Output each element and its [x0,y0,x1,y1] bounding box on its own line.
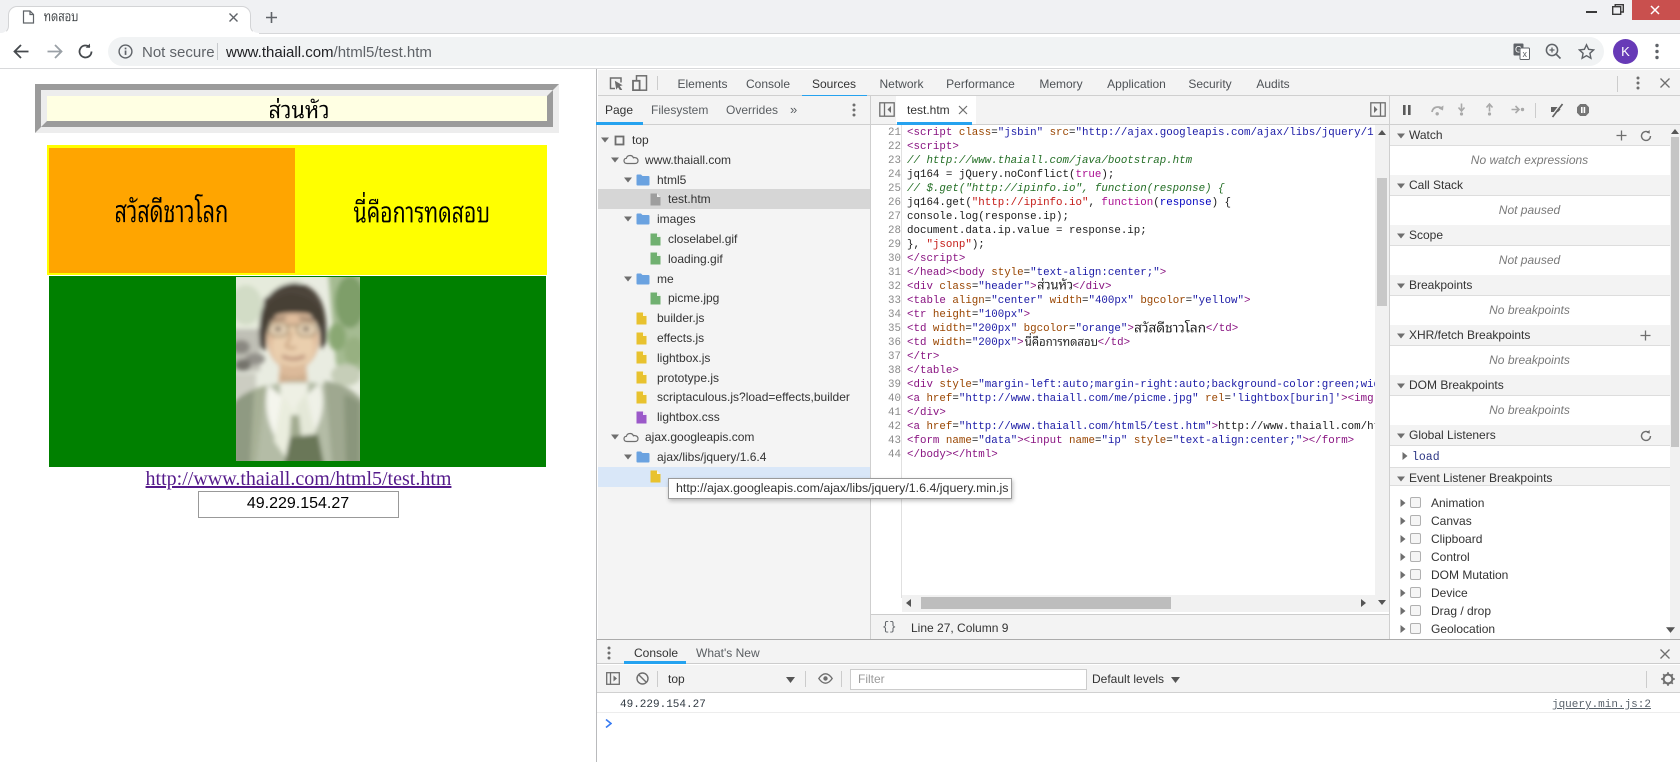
svg-text:x: x [1522,49,1527,59]
